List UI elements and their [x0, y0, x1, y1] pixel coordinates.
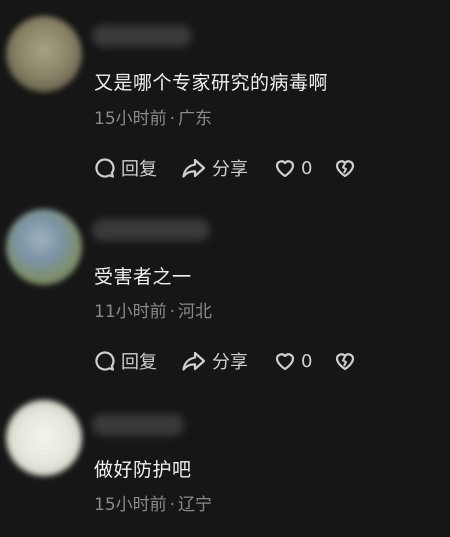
like-button[interactable]: 0 — [274, 348, 312, 374]
meta-separator: · — [169, 495, 176, 515]
meta-separator: · — [169, 302, 176, 322]
reply-button[interactable]: 回复 — [94, 155, 157, 181]
comment-text: 受害者之一 — [94, 266, 192, 288]
share-label: 分享 — [212, 159, 248, 180]
share-arrow-icon — [182, 158, 206, 178]
username-blurred[interactable] — [92, 25, 192, 47]
reply-label: 回复 — [121, 159, 157, 180]
dislike-button[interactable] — [334, 348, 356, 374]
avatar[interactable] — [6, 400, 82, 476]
comment-meta: 15小时前 · 广东 — [94, 104, 212, 129]
avatar[interactable] — [6, 209, 82, 285]
avatar[interactable] — [6, 16, 82, 92]
dislike-button[interactable] — [334, 155, 356, 181]
comment-actions: 回复 分享 0 — [94, 155, 434, 181]
comment-meta: 15小时前 · 辽宁 — [94, 490, 212, 515]
reply-button[interactable]: 回复 — [94, 348, 157, 374]
comment-time: 15小时前 — [94, 109, 167, 129]
broken-heart-icon — [335, 160, 355, 178]
comment-location: 广东 — [178, 109, 213, 129]
username-blurred[interactable] — [92, 219, 210, 241]
share-label: 分享 — [212, 352, 248, 373]
share-button[interactable]: 分享 — [181, 348, 248, 374]
comment-location: 辽宁 — [178, 495, 213, 515]
share-button[interactable]: 分享 — [181, 155, 248, 181]
comment-time: 15小时前 — [94, 495, 167, 515]
username-blurred[interactable] — [92, 414, 184, 436]
meta-separator: · — [169, 109, 176, 129]
reply-bubble-icon — [95, 158, 115, 178]
reply-bubble-icon — [95, 351, 115, 371]
comment-actions: 回复 分享 0 — [94, 348, 434, 374]
reply-label: 回复 — [121, 352, 157, 373]
heart-icon — [275, 160, 295, 178]
heart-icon — [275, 353, 295, 371]
comment-location: 河北 — [178, 302, 213, 322]
comment-text: 又是哪个专家研究的病毒啊 — [94, 72, 329, 94]
like-count: 0 — [301, 157, 313, 179]
like-button[interactable]: 0 — [274, 155, 312, 181]
like-count: 0 — [301, 350, 313, 372]
broken-heart-icon — [335, 353, 355, 371]
comment-text: 做好防护吧 — [94, 459, 192, 481]
comment-meta: 11小时前 · 河北 — [94, 297, 212, 322]
comment-time: 11小时前 — [94, 302, 167, 322]
share-arrow-icon — [182, 351, 206, 371]
